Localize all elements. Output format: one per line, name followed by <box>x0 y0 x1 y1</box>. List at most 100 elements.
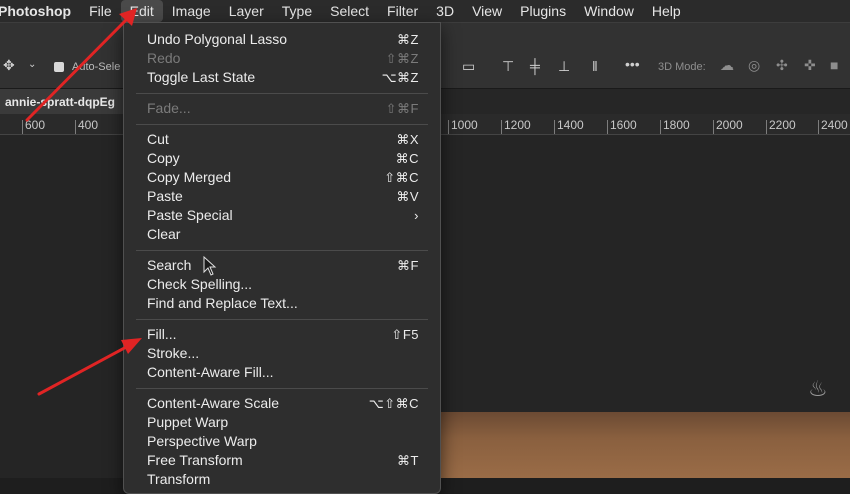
menu-item-stroke[interactable]: Stroke... <box>147 344 419 363</box>
3d-pan-icon[interactable]: ✣ <box>776 57 788 74</box>
menu-3d[interactable]: 3D <box>427 0 463 22</box>
menu-separator <box>136 319 428 320</box>
menu-item-label: Free Transform <box>147 452 243 468</box>
ruler-tick-line <box>818 120 819 134</box>
menu-item-fill[interactable]: Fill... ⇧F5 <box>147 325 419 344</box>
menu-item-toggle-last-state[interactable]: Toggle Last State ⌥⌘Z <box>147 68 419 87</box>
menu-item-shortcut: ⇧⌘F <box>385 101 419 116</box>
menu-item-content-aware-fill[interactable]: Content-Aware Fill... <box>147 363 419 382</box>
menu-item-search[interactable]: Search ⌘F <box>147 256 419 275</box>
menu-item-puppet-warp[interactable]: Puppet Warp <box>147 413 419 432</box>
align-bottom-icon[interactable]: ⊥ <box>558 58 570 75</box>
menu-item-label: Paste <box>147 188 183 204</box>
menu-item-check-spelling[interactable]: Check Spelling... <box>147 275 419 294</box>
ruler-tick-line <box>660 120 661 134</box>
ruler-tick-line <box>75 120 76 134</box>
menu-item-label: Undo Polygonal Lasso <box>147 31 288 47</box>
menu-item-undo[interactable]: Undo Polygonal Lasso ⌘Z <box>147 30 419 49</box>
3d-orbit-icon[interactable]: ☁ <box>720 57 734 74</box>
ruler-tick-label: 400 <box>78 118 99 132</box>
menu-item-label: Paste Special <box>147 207 233 223</box>
ruler-tick-label: 1000 <box>451 118 478 132</box>
menu-item-shortcut: ⌘X <box>396 132 419 147</box>
menu-item-label: Content-Aware Fill... <box>147 364 274 380</box>
auto-select-checkbox[interactable] <box>54 62 64 72</box>
ruler-tick-line <box>448 120 449 134</box>
menu-item-shortcut: ⇧⌘Z <box>385 51 419 66</box>
menu-plugins[interactable]: Plugins <box>511 0 575 22</box>
align-horizontal-icon[interactable]: ▭ <box>462 58 475 75</box>
align-middle-icon[interactable]: ╪ <box>530 58 540 74</box>
menu-item-free-transform[interactable]: Free Transform ⌘T <box>147 451 419 470</box>
menu-item-label: Search <box>147 257 192 273</box>
menu-item-copy-merged[interactable]: Copy Merged ⇧⌘C <box>147 168 419 187</box>
more-options-icon[interactable]: ••• <box>625 56 640 72</box>
menu-item-find-replace[interactable]: Find and Replace Text... <box>147 294 419 313</box>
ruler-tick-label: 2400 <box>821 118 848 132</box>
menu-item-shortcut: ⌘T <box>397 453 419 468</box>
menu-item-label: Copy Merged <box>147 169 232 185</box>
menu-item-fade: Fade... ⇧⌘F <box>147 99 419 118</box>
menu-view[interactable]: View <box>463 0 511 22</box>
menu-item-label: Fill... <box>147 326 177 342</box>
menu-item-content-aware-scale[interactable]: Content-Aware Scale ⌥⇧⌘C <box>147 394 419 413</box>
ruler-tick-line <box>713 120 714 134</box>
menu-edit[interactable]: Edit <box>120 0 163 22</box>
align-top-icon[interactable]: ⊤ <box>502 58 514 75</box>
chevron-down-icon[interactable]: ⌄ <box>28 59 36 70</box>
ruler-tick-line <box>554 120 555 134</box>
3d-slide-icon[interactable]: ✜ <box>804 57 816 74</box>
menu-photoshop[interactable]: Photoshop <box>0 0 80 22</box>
menu-item-paste[interactable]: Paste ⌘V <box>147 187 419 206</box>
ruler-tick-line <box>22 120 23 134</box>
document-image <box>436 412 850 478</box>
move-tool-icon[interactable]: ✥ <box>3 57 15 74</box>
menu-item-clear[interactable]: Clear <box>147 225 419 244</box>
auto-select-label: Auto-Sele <box>72 61 121 73</box>
menu-help[interactable]: Help <box>643 0 690 22</box>
menu-item-label: Stroke... <box>147 345 200 361</box>
menu-item-label: Cut <box>147 131 169 147</box>
ruler-tick-label: 2000 <box>716 118 743 132</box>
3d-scale-icon[interactable]: ■ <box>830 57 838 73</box>
menu-layer[interactable]: Layer <box>220 0 273 22</box>
menu-item-cut[interactable]: Cut ⌘X <box>147 130 419 149</box>
menu-item-shortcut: ⌥⇧⌘C <box>368 396 419 411</box>
menu-item-label: Puppet Warp <box>147 414 229 430</box>
menu-item-perspective-warp[interactable]: Perspective Warp <box>147 432 419 451</box>
menu-separator <box>136 388 428 389</box>
menu-select[interactable]: Select <box>321 0 378 22</box>
menu-item-label: Perspective Warp <box>147 433 257 449</box>
menu-window[interactable]: Window <box>575 0 643 22</box>
menu-item-label: Fade... <box>147 100 191 116</box>
menu-item-label: Find and Replace Text... <box>147 295 298 311</box>
menu-filter[interactable]: Filter <box>378 0 427 22</box>
menu-item-copy[interactable]: Copy ⌘C <box>147 149 419 168</box>
menu-item-shortcut: ⌘F <box>397 258 419 273</box>
menu-item-redo: Redo ⇧⌘Z <box>147 49 419 68</box>
ruler-tick-label: 1800 <box>663 118 690 132</box>
menu-image[interactable]: Image <box>163 0 220 22</box>
menu-item-label: Check Spelling... <box>147 276 253 292</box>
menu-item-shortcut: ⇧F5 <box>391 327 419 342</box>
ruler-tick-label: 2200 <box>769 118 796 132</box>
menu-file[interactable]: File <box>80 0 121 22</box>
menu-item-label: Transform <box>147 471 211 487</box>
ruler-tick-label: 1200 <box>504 118 531 132</box>
menu-item-label: Copy <box>147 150 180 166</box>
menu-item-paste-special[interactable]: Paste Special › <box>147 206 419 225</box>
ruler-tick-line <box>607 120 608 134</box>
menu-item-transform[interactable]: Transform <box>147 470 419 489</box>
menu-item-shortcut: ⌘Z <box>397 32 419 47</box>
edit-menu-dropdown: Undo Polygonal Lasso ⌘Z Redo ⇧⌘Z Toggle … <box>123 22 441 494</box>
menu-separator <box>136 93 428 94</box>
3d-roll-icon[interactable]: ◎ <box>748 57 760 74</box>
document-tab[interactable]: annie-spratt-dqpEg <box>0 89 124 115</box>
ruler-tick-label: 1600 <box>610 118 637 132</box>
ruler-tick-line <box>766 120 767 134</box>
distribute-icon[interactable]: ‖ <box>592 58 598 74</box>
menu-separator <box>136 124 428 125</box>
flame-icon: ♨ <box>808 376 828 401</box>
menu-type[interactable]: Type <box>273 0 321 22</box>
ruler-tick-label: 1400 <box>557 118 584 132</box>
